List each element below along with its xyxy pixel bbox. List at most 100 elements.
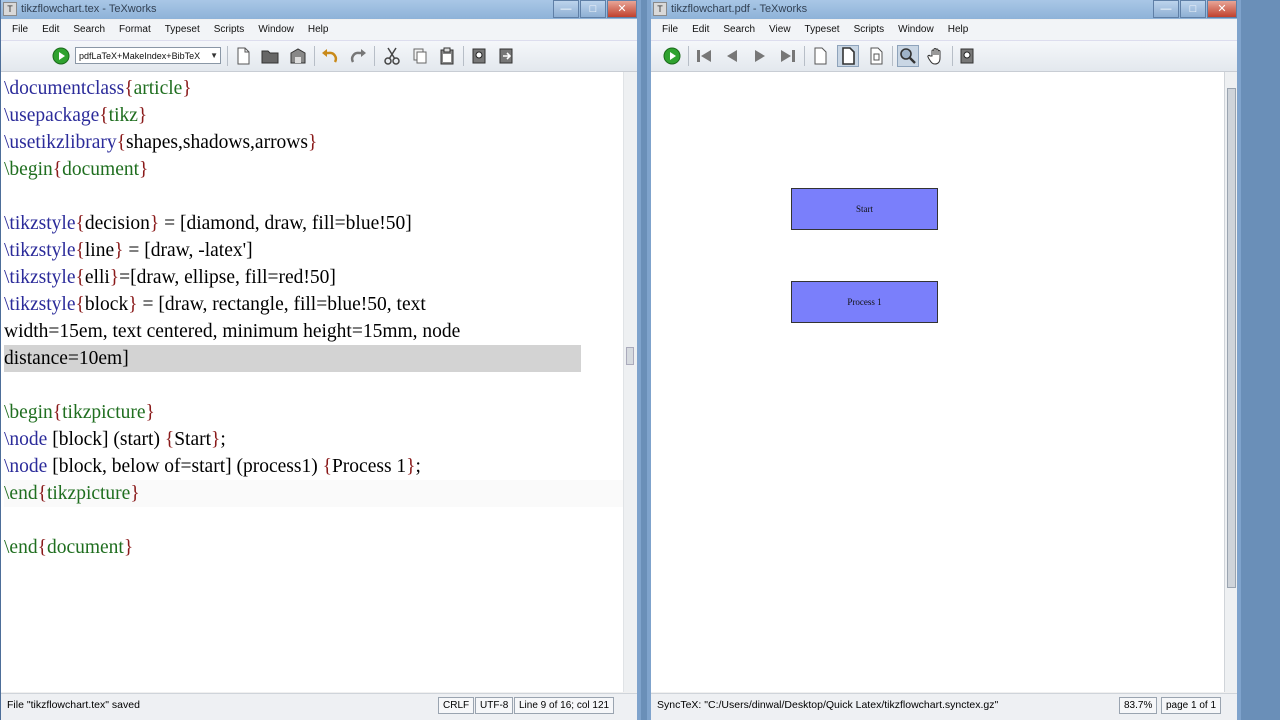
typeset-button[interactable] xyxy=(661,45,683,67)
scissors-icon xyxy=(384,47,400,65)
play-icon xyxy=(52,47,70,65)
typeset-button[interactable] xyxy=(50,45,72,67)
maximize-button[interactable]: □ xyxy=(1180,0,1206,18)
clipboard-icon xyxy=(440,47,454,65)
cursor-position-indicator: Line 9 of 16; col 121 xyxy=(514,697,615,714)
undo-button[interactable] xyxy=(319,45,341,67)
cut-button[interactable] xyxy=(381,45,403,67)
find-icon xyxy=(472,48,486,64)
toolbar-separator xyxy=(804,46,805,66)
line-ending-indicator[interactable]: CRLF xyxy=(438,697,475,714)
save-button[interactable] xyxy=(287,45,309,67)
code-line: \begin{tikzpicture} xyxy=(4,402,155,423)
find-button[interactable] xyxy=(469,45,491,67)
menu-view[interactable]: View xyxy=(762,20,798,40)
actual-size-button[interactable] xyxy=(809,45,831,67)
page-icon xyxy=(814,47,827,65)
open-file-button[interactable] xyxy=(259,45,281,67)
previous-page-icon xyxy=(727,50,737,62)
scroll-tool-button[interactable] xyxy=(925,45,947,67)
editor-titlebar[interactable]: T tikzflowchart.tex - TeXworks — □ ✕ xyxy=(1,0,637,19)
fit-width-button[interactable] xyxy=(837,45,859,67)
undo-icon xyxy=(322,49,338,63)
magnifier-icon xyxy=(900,48,916,64)
typeset-engine-select[interactable]: pdfLaTeX+MakeIndex+BibTeX ▼ xyxy=(75,47,221,64)
new-document-icon xyxy=(237,47,250,65)
fit-window-icon xyxy=(870,47,883,65)
save-icon xyxy=(290,48,306,64)
find-icon xyxy=(960,48,974,64)
source-code: \documentclass{article} \usepackage{tikz… xyxy=(4,75,636,561)
flowchart-node-process-1: Process 1 xyxy=(791,281,938,323)
close-button[interactable]: ✕ xyxy=(1207,0,1237,18)
page-indicator[interactable]: page 1 of 1 xyxy=(1161,697,1222,714)
find-button[interactable] xyxy=(957,45,979,67)
menu-format[interactable]: Format xyxy=(112,20,158,40)
pdf-page-view[interactable]: Start Process 1 xyxy=(651,72,1237,692)
menu-scripts[interactable]: Scripts xyxy=(847,20,892,40)
editor-scrollbar-thumb[interactable] xyxy=(626,347,634,365)
menu-scripts[interactable]: Scripts xyxy=(207,20,252,40)
code-line: \usetikzlibrary{shapes,shadows,arrows} xyxy=(4,132,318,153)
minimize-button[interactable]: — xyxy=(1153,0,1179,18)
replace-button[interactable] xyxy=(496,45,518,67)
editor-toolbar: pdfLaTeX+MakeIndex+BibTeX ▼ xyxy=(1,41,637,72)
viewer-scrollbar[interactable] xyxy=(1224,72,1237,692)
code-line: \documentclass{article} xyxy=(4,78,192,99)
toolbar-separator xyxy=(374,46,375,66)
menu-file[interactable]: File xyxy=(5,20,35,40)
code-line: \tikzstyle{block} = [draw, rectangle, fi… xyxy=(4,294,426,315)
next-page-button[interactable] xyxy=(749,45,771,67)
minimize-button[interactable]: — xyxy=(553,0,579,18)
first-page-button[interactable] xyxy=(693,45,715,67)
viewer-titlebar[interactable]: T tikzflowchart.pdf - TeXworks — □ ✕ xyxy=(651,0,1237,19)
toolbar-separator xyxy=(892,46,893,66)
viewer-toolbar xyxy=(651,41,1237,72)
source-editor[interactable]: \documentclass{article} \usepackage{tikz… xyxy=(1,72,637,692)
zoom-indicator[interactable]: 83.7% xyxy=(1119,697,1158,714)
menu-file[interactable]: File xyxy=(655,20,685,40)
texworks-app-icon: T xyxy=(653,2,667,16)
maximize-button[interactable]: □ xyxy=(580,0,606,18)
code-line: \begin{document} xyxy=(4,159,149,180)
status-message: File "tikzflowchart.tex" saved xyxy=(7,699,140,711)
menu-typeset[interactable]: Typeset xyxy=(158,20,207,40)
paste-button[interactable] xyxy=(436,45,458,67)
new-file-button[interactable] xyxy=(232,45,254,67)
menu-search[interactable]: Search xyxy=(66,20,112,40)
menu-edit[interactable]: Edit xyxy=(685,20,716,40)
flowchart-node-start: Start xyxy=(791,188,938,230)
menu-typeset[interactable]: Typeset xyxy=(798,20,847,40)
menu-edit[interactable]: Edit xyxy=(35,20,66,40)
hand-icon xyxy=(927,48,941,65)
encoding-indicator[interactable]: UTF-8 xyxy=(475,697,514,714)
menu-search[interactable]: Search xyxy=(716,20,762,40)
pdf-viewer-window: T tikzflowchart.pdf - TeXworks — □ ✕ Fil… xyxy=(647,0,1241,720)
close-button[interactable]: ✕ xyxy=(607,0,637,18)
copy-button[interactable] xyxy=(409,45,431,67)
copy-icon xyxy=(413,48,427,64)
last-page-button[interactable] xyxy=(777,45,799,67)
menu-help[interactable]: Help xyxy=(941,20,976,40)
viewer-statusbar: SyncTeX: "C:/Users/dinwal/Desktop/Quick … xyxy=(651,693,1237,720)
editor-menubar: File Edit Search Format Typeset Scripts … xyxy=(1,20,637,41)
menu-window[interactable]: Window xyxy=(891,20,941,40)
redo-icon xyxy=(350,49,366,63)
magnifier-tool-button[interactable] xyxy=(897,45,919,67)
code-line: \tikzstyle{elli}=[draw, ellipse, fill=re… xyxy=(4,267,336,288)
previous-page-button[interactable] xyxy=(721,45,743,67)
play-icon xyxy=(663,47,681,65)
chevron-down-icon: ▼ xyxy=(210,51,218,60)
toolbar-separator xyxy=(227,46,228,66)
viewer-scrollbar-thumb[interactable] xyxy=(1227,88,1236,588)
redo-button[interactable] xyxy=(347,45,369,67)
editor-scrollbar[interactable] xyxy=(623,72,637,692)
menu-window[interactable]: Window xyxy=(251,20,301,40)
toolbar-separator xyxy=(688,46,689,66)
menu-help[interactable]: Help xyxy=(301,20,336,40)
folder-icon xyxy=(261,50,279,64)
fit-window-button[interactable] xyxy=(865,45,887,67)
